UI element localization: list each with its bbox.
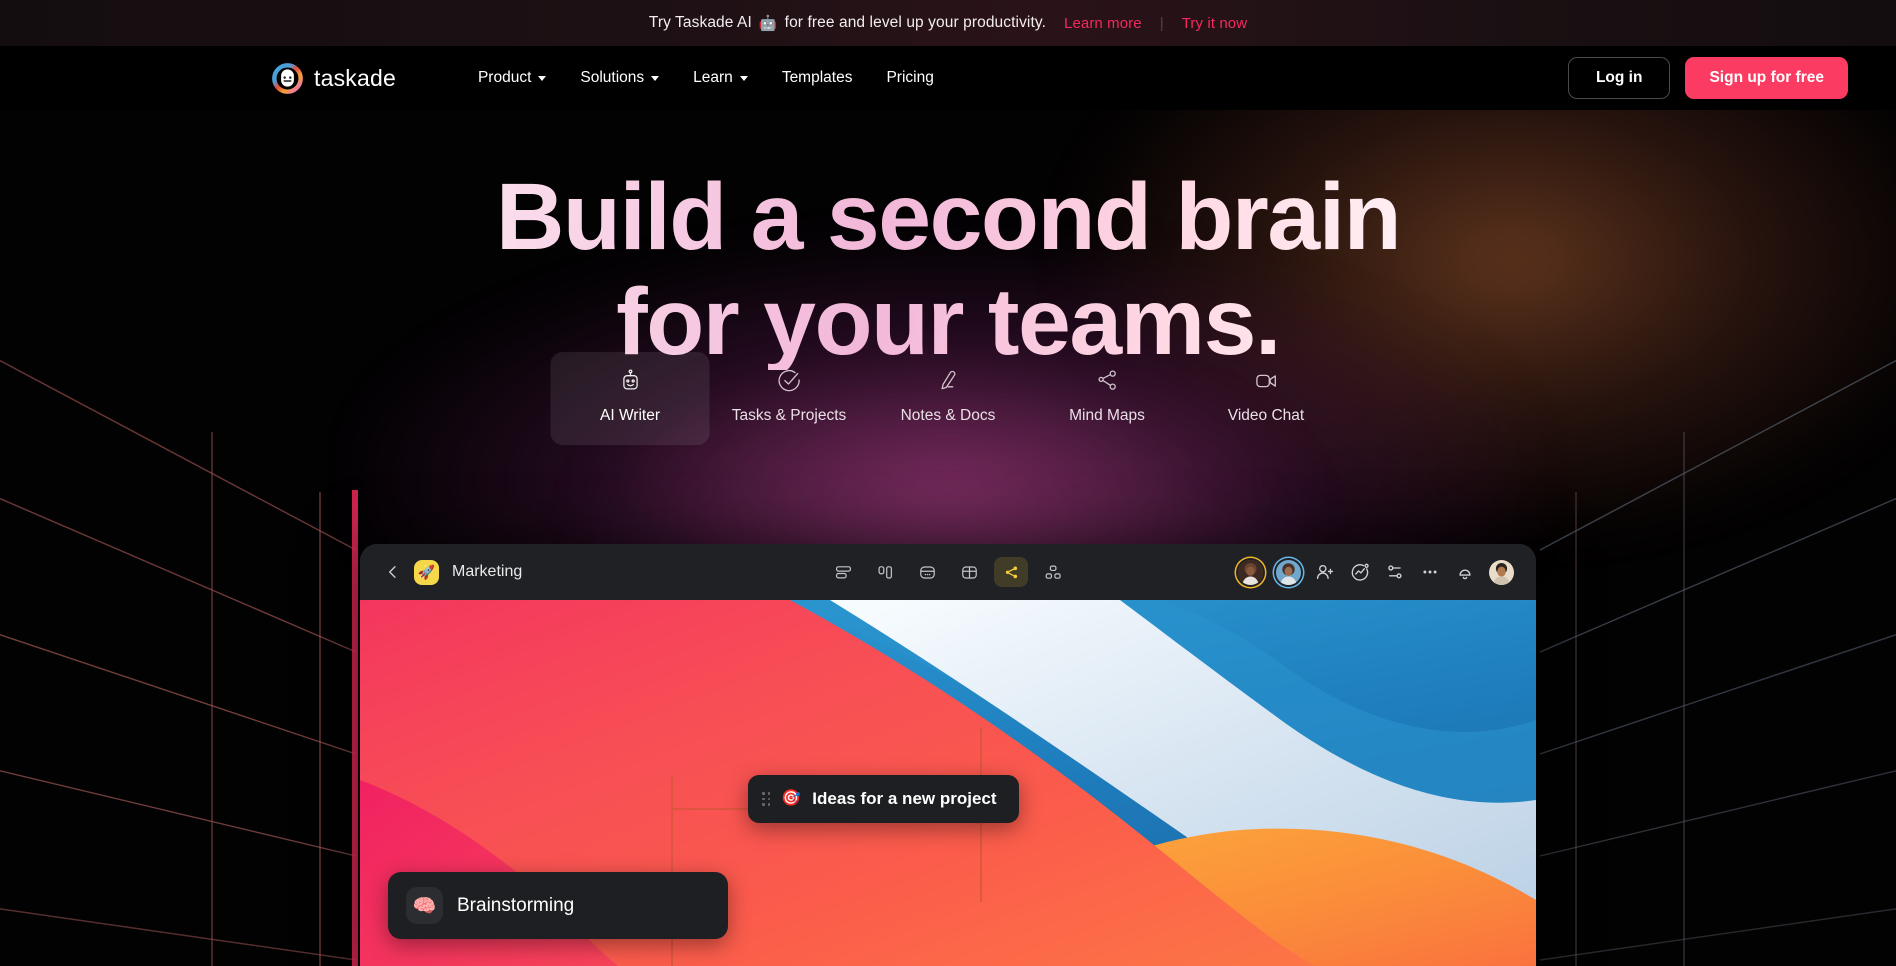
nav-item-product-label: Product	[477, 69, 532, 86]
more-options-icon[interactable]	[1419, 561, 1441, 583]
nav-actions: Log in Sign up for free	[1567, 57, 1848, 99]
tab-ai-writer[interactable]: AI Writer	[550, 352, 710, 445]
announcement-text-after: for free and level up your productivity.	[784, 14, 1046, 31]
collaborator-avatar-2[interactable]	[1276, 559, 1301, 585]
mindmap-node-brainstorming[interactable]: 🧠 Brainstorming	[388, 872, 728, 939]
main-navigation: taskade Product Solutions Learn Template…	[0, 46, 1896, 110]
headline-line-1: Build a second brain	[495, 164, 1401, 270]
list-view-button[interactable]	[826, 557, 860, 587]
brand-logo-link[interactable]: taskade	[272, 62, 396, 94]
target-emoji-icon: 🎯	[781, 790, 802, 807]
board-view-button[interactable]	[868, 557, 902, 587]
tab-ai-writer-label: AI Writer	[600, 407, 660, 424]
activity-icon[interactable]	[1349, 561, 1371, 583]
nav-item-templates-label: Templates	[781, 69, 853, 86]
tab-tasks-projects[interactable]: Tasks & Projects	[710, 352, 869, 445]
connector-line-horizontal	[671, 808, 751, 810]
action-view-button[interactable]	[910, 557, 944, 587]
notifications-icon[interactable]	[1454, 561, 1476, 583]
tab-video-chat-label: Video Chat	[1227, 407, 1305, 424]
mindmap-node-ideas-label: Ideas for a new project	[812, 789, 997, 808]
mindmap-node-ideas[interactable]: 🎯 Ideas for a new project	[748, 775, 1019, 823]
project-name: Marketing	[452, 563, 523, 580]
account-avatar[interactable]	[1489, 559, 1514, 585]
tab-tasks-projects-label: Tasks & Projects	[731, 407, 847, 424]
announcement-banner: Try Taskade AI 🤖 for free and level up y…	[0, 0, 1896, 46]
try-it-now-link[interactable]: Try it now	[1182, 15, 1247, 32]
announcement-separator: |	[1159, 14, 1164, 32]
toolbar-right-actions	[1238, 559, 1514, 585]
tab-notes-docs[interactable]: Notes & Docs	[869, 352, 1028, 445]
app-preview-window: 🚀 Marketing 🎯 Ideas for a new project 🧠 …	[360, 544, 1536, 966]
mindmap-view-button[interactable]	[994, 557, 1028, 587]
tab-mind-maps[interactable]: Mind Maps	[1028, 352, 1187, 445]
table-view-button[interactable]	[952, 557, 986, 587]
taskade-logo-icon	[272, 62, 303, 94]
brand-wordmark: taskade	[314, 64, 396, 91]
orgchart-view-button[interactable]	[1036, 557, 1070, 587]
app-toolbar: 🚀 Marketing	[360, 544, 1536, 600]
tab-video-chat[interactable]: Video Chat	[1187, 352, 1346, 445]
nav-item-solutions[interactable]: Solutions	[563, 61, 676, 95]
back-chevron-icon[interactable]	[382, 561, 404, 583]
tab-mind-maps-label: Mind Maps	[1069, 407, 1145, 424]
chevron-down-icon	[651, 75, 660, 81]
login-button[interactable]: Log in	[1567, 57, 1671, 99]
project-emoji-icon: 🚀	[414, 559, 439, 585]
collaborator-avatar-1[interactable]	[1238, 559, 1263, 585]
nav-item-pricing-label: Pricing	[886, 69, 934, 86]
share-nodes-icon	[1094, 368, 1120, 394]
hero-content: Build a second brain for your teams. AI …	[0, 110, 1896, 966]
robot-emoji-icon: 🤖	[758, 14, 778, 32]
drag-handle-icon[interactable]	[762, 791, 771, 807]
nav-item-solutions-label: Solutions	[580, 69, 645, 86]
nav-links: Product Solutions Learn Templates Pricin…	[461, 61, 951, 95]
page-title: Build a second brain for your teams.	[0, 170, 1896, 370]
tab-notes-docs-label: Notes & Docs	[900, 407, 996, 424]
nav-item-pricing[interactable]: Pricing	[869, 61, 950, 95]
video-camera-icon	[1253, 368, 1279, 394]
signup-button[interactable]: Sign up for free	[1685, 57, 1848, 99]
pen-icon	[935, 368, 961, 394]
announcement-text-before: Try Taskade AI	[648, 14, 752, 31]
announcement-text: Try Taskade AI 🤖 for free and level up y…	[649, 14, 1046, 32]
brain-emoji-icon: 🧠	[406, 887, 443, 924]
view-switcher	[826, 557, 1070, 587]
chevron-down-icon	[739, 75, 748, 81]
nav-item-learn-label: Learn	[693, 69, 733, 86]
page-root: Try Taskade AI 🤖 for free and level up y…	[0, 0, 1896, 966]
mindmap-node-brainstorming-label: Brainstorming	[457, 894, 575, 916]
robot-icon	[617, 368, 643, 394]
learn-more-link[interactable]: Learn more	[1064, 15, 1142, 32]
check-circle-icon	[776, 368, 802, 394]
nav-item-templates[interactable]: Templates	[765, 61, 870, 95]
filter-icon[interactable]	[1384, 561, 1406, 583]
mindmap-canvas[interactable]: 🎯 Ideas for a new project 🧠 Brainstormin…	[360, 600, 1536, 966]
chevron-down-icon	[538, 75, 547, 81]
hero-section: Build a second brain for your teams. AI …	[0, 110, 1896, 966]
nav-item-learn[interactable]: Learn	[676, 61, 765, 95]
project-breadcrumb[interactable]: 🚀 Marketing	[414, 559, 523, 585]
add-member-icon[interactable]	[1314, 561, 1336, 583]
feature-tabs: AI Writer Tasks & Projects Notes & Docs …	[550, 352, 1346, 445]
nav-item-product[interactable]: Product	[461, 61, 563, 95]
